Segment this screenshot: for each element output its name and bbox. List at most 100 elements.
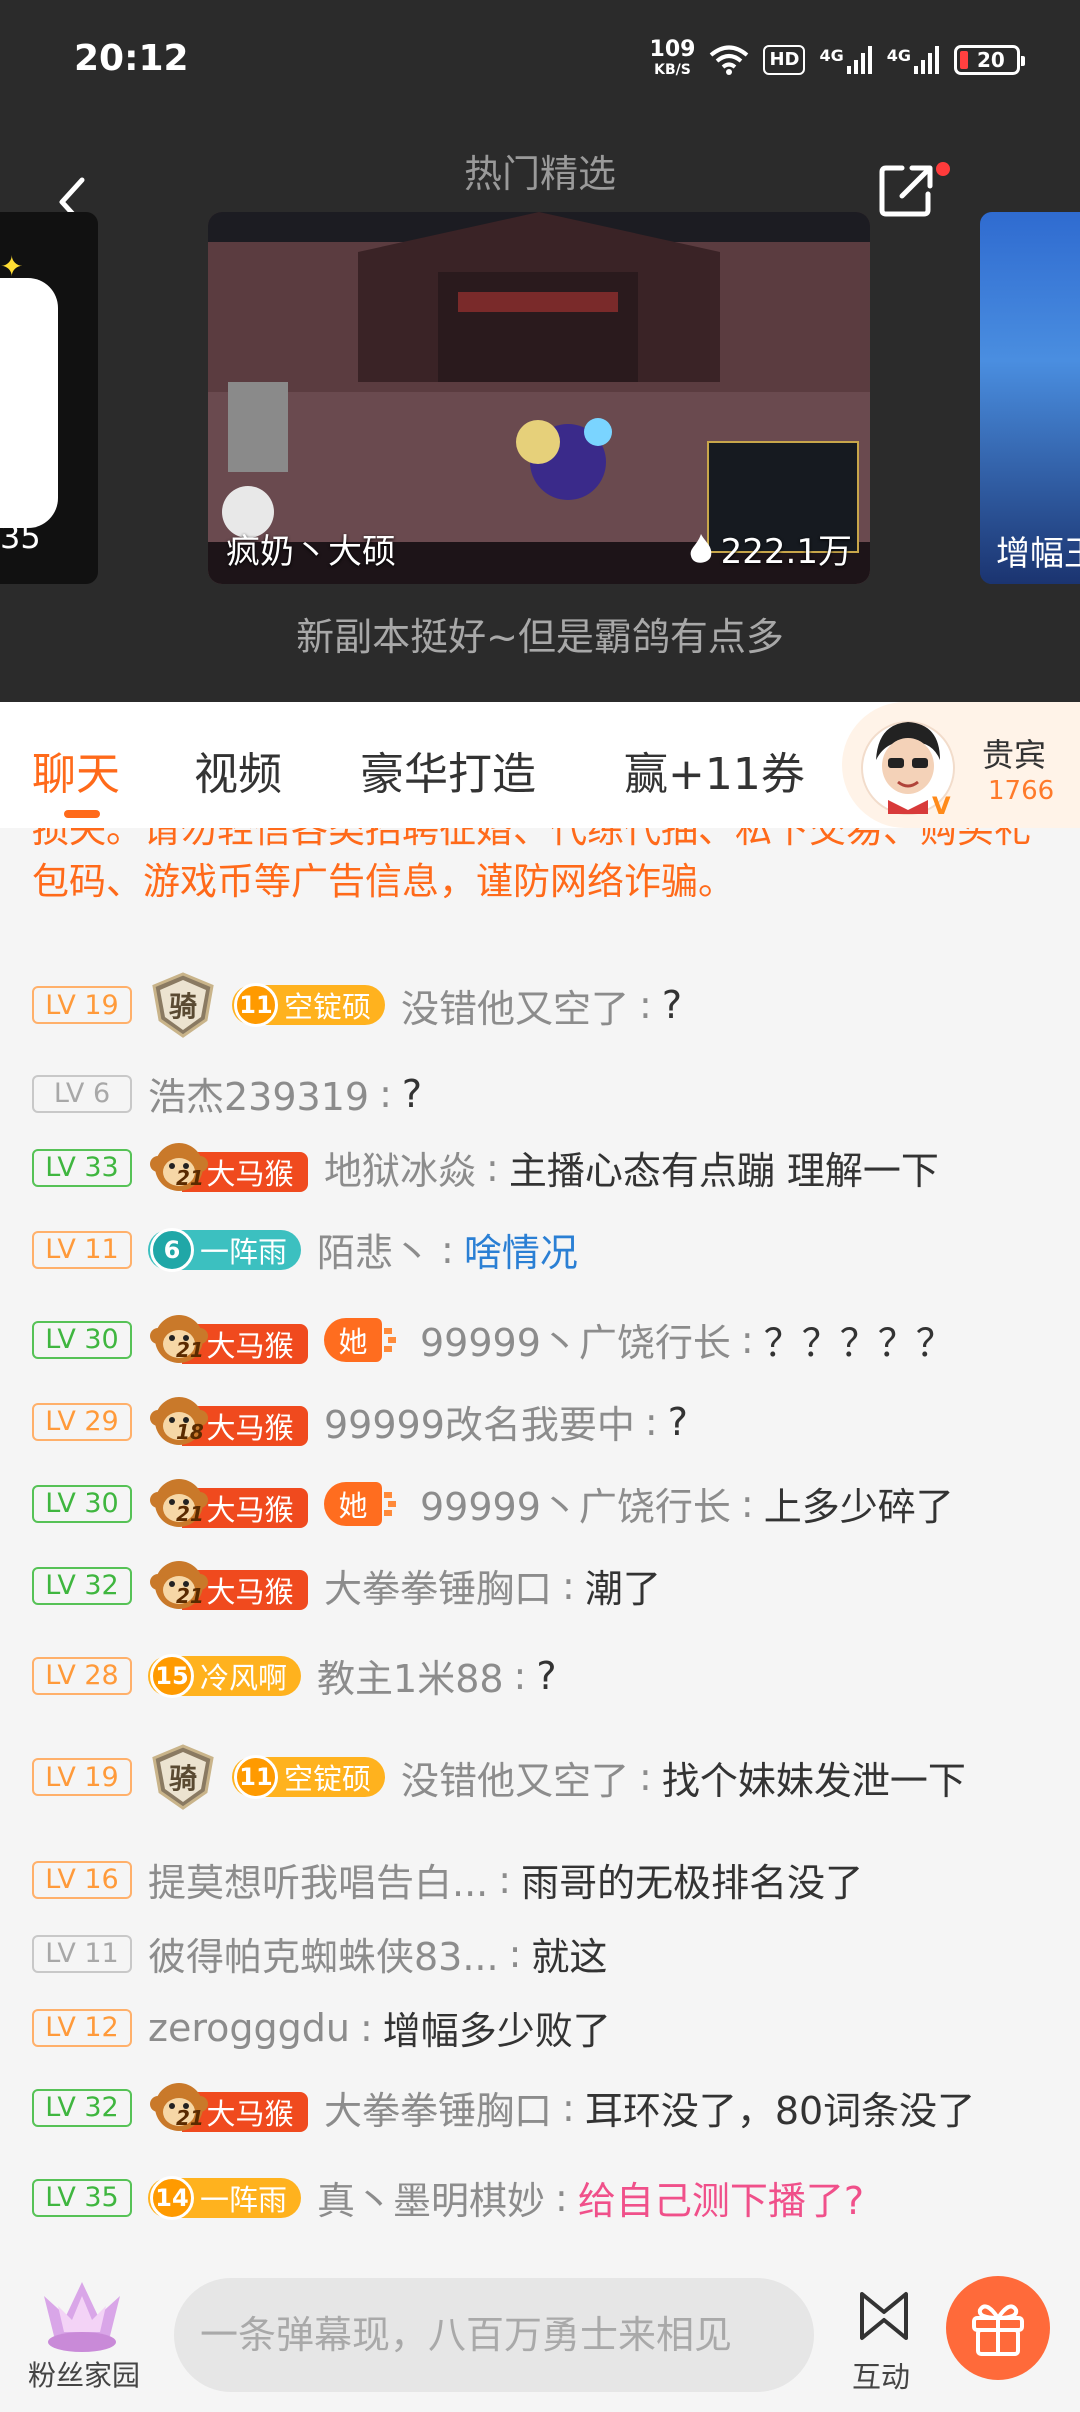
share-icon[interactable] bbox=[876, 158, 938, 220]
chat-separator: : bbox=[740, 1481, 754, 1526]
chat-message: LV 29 大马猴 18 99999改名我要中 : ? bbox=[32, 1394, 688, 1449]
chat-separator: : bbox=[513, 1653, 527, 1698]
monkey-badge: 大马猴 21 bbox=[148, 1560, 308, 1612]
fan-badge-name: 冷风啊 bbox=[200, 1660, 288, 1695]
chat-separator: : bbox=[740, 1317, 754, 1362]
fan-badge-level: 11 bbox=[234, 1755, 278, 1799]
prev-stream-count: 35 bbox=[0, 518, 41, 556]
fan-badge: 15 冷风啊 bbox=[148, 1653, 302, 1698]
chat-message: LV 12 zerogggdu : 增幅多少败了 bbox=[32, 2000, 611, 2055]
fan-home-label[interactable]: 粉丝家园 bbox=[28, 2354, 140, 2394]
chat-username[interactable]: 彼得帕克蜘蛛侠83... bbox=[148, 1926, 499, 1981]
tab-video[interactable]: 视频 bbox=[194, 738, 282, 802]
chat-text: 上多少碎了 bbox=[763, 1485, 954, 1529]
chat-username[interactable]: 教主1米88 bbox=[317, 1648, 504, 1703]
level-badge: LV 32 bbox=[32, 2088, 132, 2127]
fan-badge-name: 空锭硕 bbox=[284, 1762, 372, 1796]
chat-text: 找个妹妹发泄一下 bbox=[661, 1758, 966, 1803]
fan-badge-name: 一阵雨 bbox=[200, 2182, 288, 2217]
fan-home-icon[interactable] bbox=[34, 2276, 130, 2360]
monkey-badge: 大马猴 18 bbox=[148, 1396, 308, 1448]
chat-separator: : bbox=[639, 983, 652, 1027]
fan-badge: 14 一阵雨 bbox=[148, 2175, 302, 2220]
chat-separator: : bbox=[498, 1857, 512, 1902]
svg-text:骑: 骑 bbox=[169, 1762, 197, 1795]
safety-notice: 损失。请勿轻信各类招聘征婚、代练代抽、私下交易、购买礼包码、游戏币等广告信息，谨… bbox=[32, 828, 1031, 903]
monkey-badge-level: 21 bbox=[176, 1583, 204, 1608]
chat-separator: : bbox=[555, 2175, 568, 2220]
tab-luxury-build[interactable]: 豪华打造 bbox=[360, 738, 536, 802]
battery-level: 20 bbox=[977, 48, 1005, 72]
fire-icon bbox=[690, 533, 711, 563]
chat-username[interactable]: 大拳拳锤胸口 bbox=[324, 1558, 552, 1613]
chat-username[interactable]: 大拳拳锤胸口 bbox=[324, 2080, 552, 2135]
chat-message: LV 28 15 冷风啊 教主1米88 : ? bbox=[32, 1648, 557, 1703]
chat-text: 啥情况 bbox=[463, 1231, 578, 1275]
featured-header: 20:12 109 KB/S HD 4G 4G 20 热门精选 ✦ 35 疯奶丶… bbox=[0, 0, 1080, 702]
gift-button[interactable] bbox=[946, 2276, 1050, 2380]
interact-label[interactable]: 互动 bbox=[852, 2354, 910, 2396]
she-badge-label: 她 bbox=[324, 1317, 382, 1362]
fan-badge-level: 6 bbox=[150, 1227, 194, 1272]
knight-badge-icon: 骑 bbox=[152, 1744, 214, 1810]
tab-chat[interactable]: 聊天 bbox=[32, 738, 120, 802]
chat-text: 给自己测下播了? bbox=[577, 2179, 865, 2223]
status-bar: 20:12 109 KB/S HD 4G 4G 20 bbox=[0, 0, 1080, 120]
level-badge: LV 30 bbox=[32, 1320, 132, 1359]
chat-list[interactable]: 损失。请勿轻信各类招聘征婚、代练代抽、私下交易、购买礼包码、游戏币等广告信息，谨… bbox=[0, 828, 1080, 2268]
level-badge: LV 19 bbox=[32, 1758, 132, 1796]
signal-label-2: 4G bbox=[886, 46, 911, 65]
featured-stream-card[interactable]: 疯奶丶大硕 222.1万 bbox=[208, 212, 870, 584]
interact-icon[interactable] bbox=[856, 2288, 912, 2344]
wifi-icon bbox=[710, 45, 749, 75]
next-stream-card[interactable]: 增幅王 bbox=[980, 212, 1080, 584]
chat-text: 耳环没了，80词条没了 bbox=[584, 2089, 976, 2133]
chat-text: ？？？？？ bbox=[763, 1321, 954, 1365]
chat-username[interactable]: 没错他又空了 bbox=[401, 1750, 629, 1805]
fan-badge-level: 14 bbox=[150, 2175, 194, 2220]
chat-username[interactable]: 浩杰239319 bbox=[148, 1066, 369, 1121]
vip-avatar[interactable]: V bbox=[858, 710, 958, 820]
chat-username[interactable]: 99999丶广饶行长 bbox=[420, 1476, 731, 1531]
chat-username[interactable]: 真丶墨明棋妙 bbox=[317, 2170, 545, 2225]
fan-badge-level: 11 bbox=[234, 983, 278, 1027]
net-speed-value: 109 bbox=[649, 37, 696, 62]
chat-text: ? bbox=[661, 983, 683, 1027]
chat-separator: : bbox=[441, 1227, 454, 1272]
fan-badge-name: 一阵雨 bbox=[200, 1234, 288, 1269]
chat-username[interactable]: zerogggdu bbox=[148, 2006, 350, 2050]
signal-label-1: 4G bbox=[819, 46, 844, 65]
fan-badge-level: 15 bbox=[150, 1653, 194, 1698]
chat-username[interactable]: 99999改名我要中 bbox=[324, 1394, 635, 1449]
monkey-badge-level: 21 bbox=[176, 1165, 204, 1190]
chat-message: LV 32 大马猴 21 大拳拳锤胸口 : 耳环没了，80词条没了 bbox=[32, 2080, 975, 2135]
level-badge: LV 35 bbox=[32, 2178, 132, 2217]
chat-username[interactable]: 没错他又空了 bbox=[401, 978, 629, 1033]
tab-win-coupon[interactable]: 赢+11券 bbox=[624, 738, 805, 802]
prev-stream-card[interactable]: ✦ 35 bbox=[0, 212, 98, 584]
level-badge: LV 11 bbox=[32, 1934, 132, 1973]
danmu-input[interactable] bbox=[174, 2278, 814, 2392]
svg-text:V: V bbox=[932, 792, 951, 820]
monkey-badge-level: 18 bbox=[176, 1419, 204, 1444]
chat-text: ? bbox=[536, 1653, 557, 1698]
stream-views-value: 222.1万 bbox=[720, 532, 852, 572]
signal-bars-icon bbox=[846, 46, 872, 74]
chat-username[interactable]: 99999丶广饶行长 bbox=[420, 1312, 731, 1367]
level-badge: LV 33 bbox=[32, 1148, 132, 1187]
level-badge: LV 32 bbox=[32, 1566, 132, 1605]
share-notification-dot bbox=[936, 162, 950, 176]
chat-username[interactable]: 地狱冰焱 bbox=[324, 1140, 476, 1195]
fan-badge-name: 空锭硕 bbox=[284, 990, 372, 1024]
status-icons: 109 KB/S HD 4G 4G 20 bbox=[649, 37, 1025, 80]
stream-anchor-name: 疯奶丶大硕 bbox=[226, 532, 396, 572]
chat-username[interactable]: 提莫想听我唱告白... bbox=[148, 1852, 488, 1907]
chat-message: LV 30 大马猴 21 她 99999丶广饶行长 : ？？？？？ bbox=[32, 1312, 954, 1367]
monkey-badge: 大马猴 21 bbox=[148, 1314, 308, 1366]
chat-message: LV 19 骑 11 空锭硕 没错他又空了 : 找个妹妹发泄一下 bbox=[32, 1742, 966, 1812]
knight-badge-icon: 骑 bbox=[152, 972, 214, 1038]
monkey-badge: 大马猴 21 bbox=[148, 1142, 308, 1194]
level-badge: LV 11 bbox=[32, 1230, 132, 1269]
chat-username[interactable]: 陌悲丶 bbox=[317, 1222, 431, 1277]
level-badge: LV 28 bbox=[32, 1656, 132, 1695]
